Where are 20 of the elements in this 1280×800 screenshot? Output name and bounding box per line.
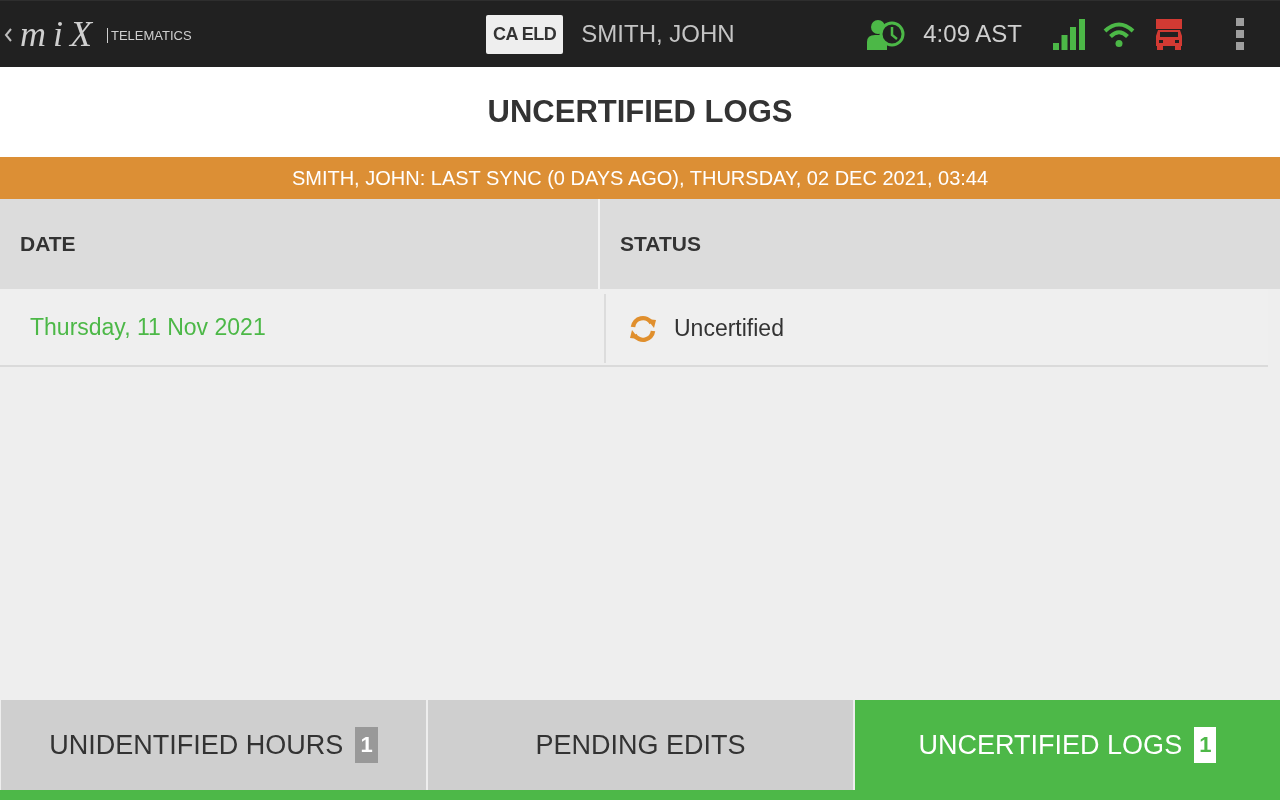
driver-name: SMITH, JOHN (581, 20, 735, 48)
logo-wordmark: miX (20, 14, 99, 54)
menu-icon[interactable] (1235, 18, 1245, 50)
status-text: Uncertified (674, 315, 784, 342)
mode-badge: CA ELD (486, 14, 564, 54)
count-badge: 1 (355, 727, 378, 763)
page-title: UNCERTIFIED LOGS (487, 94, 793, 130)
tab[interactable]: PENDING EDITS (428, 700, 853, 790)
truck-icon (1156, 18, 1182, 50)
back-icon[interactable] (4, 28, 12, 42)
signal-icon (1053, 18, 1085, 50)
column-header: STATUS (619, 231, 702, 257)
sync-status-text: SMITH, JOHN: LAST SYNC (0 DAYS AGO), THURSDAY, 02 DEC 2021, 03:44 (291, 166, 989, 190)
count-badge: 1 (1194, 727, 1217, 763)
clock-time: 4:09 AST (923, 20, 1022, 48)
wifi-icon (1103, 21, 1135, 47)
sync-icon (628, 313, 658, 344)
logo-tagline: TELEMATICS (107, 27, 192, 43)
tab[interactable]: UNIDENTIFIED HOURS 1 (1, 700, 426, 790)
person-clock-icon (867, 18, 906, 50)
